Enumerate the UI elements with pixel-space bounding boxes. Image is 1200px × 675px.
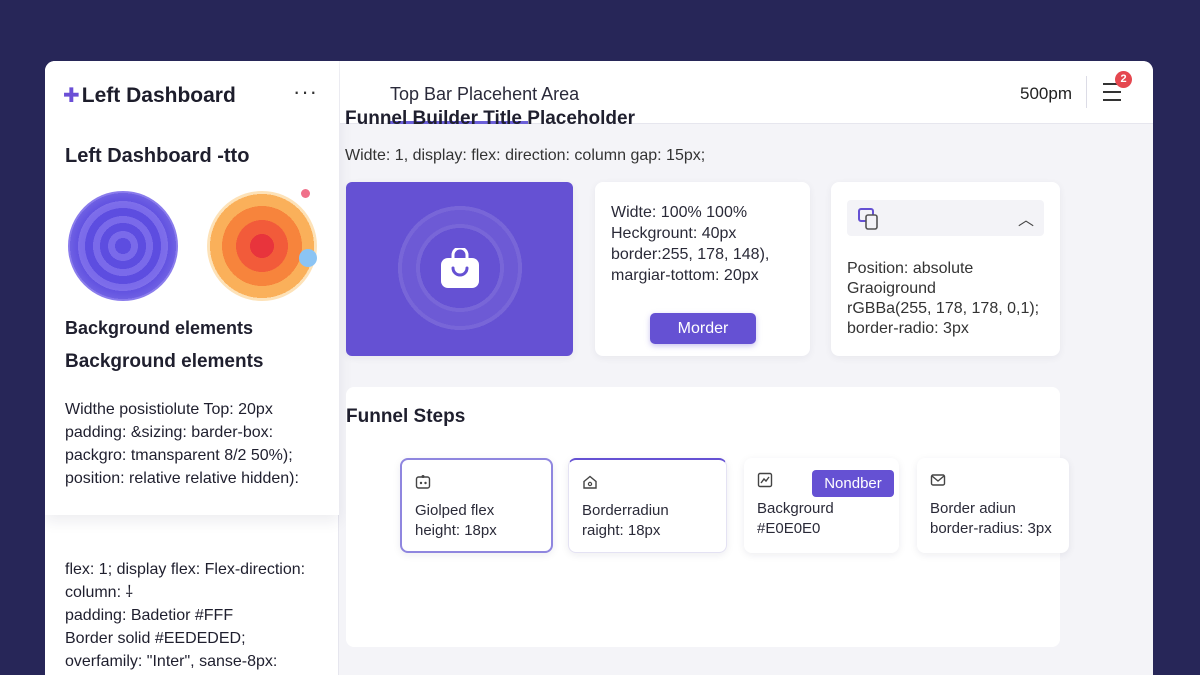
sidebar-description-2: flex: 1; display flex: Flex-direction: c… (65, 558, 337, 673)
plus-icon: ✚ (63, 85, 80, 107)
info-line: Heckgrount: 40px (611, 225, 737, 242)
position-card-header[interactable]: ︿ (847, 200, 1044, 236)
bag-icon (441, 248, 479, 288)
funnel-step-1[interactable]: Giolped flex height: 18px (400, 458, 553, 553)
step-icon-home (583, 475, 597, 489)
pink-dot (301, 189, 310, 198)
step-text: Borderradiun raight: 18px (582, 501, 669, 541)
desc-line: column: ⸸ (65, 584, 133, 601)
sidebar-card: ✚ Left Dashboard ··· Left Dashboard -tto… (45, 61, 339, 515)
divider (1086, 76, 1087, 108)
step-icon-mail (930, 474, 946, 486)
step-line: raight: 18px (582, 522, 661, 539)
position-line: border-radio: 3px (847, 320, 969, 337)
devices-icon (858, 208, 878, 230)
page-subtitle: Widte: 1, display: flex: direction: colu… (345, 147, 706, 164)
more-icon[interactable]: ··· (293, 79, 318, 105)
funnel-step-3[interactable]: Nondber Backgrourd #E0E0E0 (744, 458, 899, 553)
desc-line: padding: Badetior #FFF (65, 607, 234, 624)
step-line: Border adiun (930, 500, 1016, 517)
funnel-steps-panel: Funnel Steps Giolped flex height: 18px B… (346, 387, 1069, 647)
step-line: height: 18px (415, 522, 497, 539)
position-line: rGBBa(255, 178, 178, 0,1); (847, 300, 1040, 317)
info-card-text: Widte: 100% 100% Heckgrount: 40px border… (611, 202, 769, 286)
step-line: border-radius: 3px (930, 520, 1052, 537)
position-line: Graoiground (847, 280, 936, 297)
step-line: #E0E0E0 (757, 520, 821, 537)
desc-line: Widthe posistiolute Top: 20px (65, 401, 273, 418)
notification-badge: 2 (1115, 71, 1132, 88)
step-text: Giolped flex height: 18px (415, 501, 497, 541)
funnel-step-2[interactable]: Borderradiun raight: 18px (568, 458, 727, 553)
funnel-step-4[interactable]: Border adiun border-radius: 3px (917, 458, 1069, 553)
desc-line: flex: 1; display flex: Flex-direction: (65, 561, 306, 578)
sidebar-title: Left Dashboard -tto (65, 145, 250, 167)
desc-line: packgro: tmansparent 8/2 50%); (65, 447, 293, 464)
hero-card[interactable] (346, 182, 573, 356)
brand-title: Left Dashboard (81, 83, 236, 107)
blue-dot (299, 249, 317, 267)
purple-circle-graphic (68, 191, 178, 301)
left-sidebar: ✚ Left Dashboard ··· Left Dashboard -tto… (45, 61, 339, 675)
info-line: Widte: 100% 100% (611, 204, 748, 221)
desc-line: overfamily: "Inter", sanse-8px: (65, 653, 278, 670)
brand[interactable]: ✚ Left Dashboard (63, 83, 236, 108)
page-title: Funnel Builder Title Placeholder (345, 108, 635, 129)
top-bar-title[interactable]: Top Bar Placehent Area (390, 84, 579, 105)
desc-line: padding: &sizing: barder-box: (65, 424, 274, 441)
step-badge[interactable]: Nondber (812, 470, 894, 497)
background-elements-heading: Background elements (65, 351, 264, 372)
info-line: margiar-tottom: 20px (611, 267, 759, 284)
time-display: 500pm (1020, 84, 1072, 103)
info-card: Widte: 100% 100% Heckgrount: 40px border… (595, 182, 810, 356)
desc-line: position: relative relative hidden): (65, 470, 299, 487)
step-icon-image (415, 475, 431, 489)
step-line: Borderradiun (582, 502, 669, 519)
step-text: Backgrourd #E0E0E0 (757, 499, 834, 539)
info-line: border:255, 178, 148), (611, 246, 770, 263)
step-line: Backgrourd (757, 500, 834, 517)
desc-line: Border solid #EEDEDED; (65, 630, 246, 647)
position-card-text: Position: absolute Graoiground rGBBa(255… (847, 259, 1039, 339)
position-line: Position: absolute (847, 260, 974, 277)
funnel-steps-title: Funnel Steps (346, 406, 466, 427)
step-line: Giolped flex (415, 502, 495, 519)
orange-circle-graphic (207, 191, 317, 301)
morder-button[interactable]: Morder (650, 313, 756, 344)
step-icon-chart (757, 472, 773, 488)
chevron-up-icon[interactable]: ︿ (1018, 206, 1034, 230)
sidebar-description: Widthe posistiolute Top: 20px padding: &… (65, 398, 335, 490)
step-text: Border adiun border-radius: 3px (930, 499, 1052, 539)
background-elements-label: Background elements (65, 318, 254, 338)
position-card: ︿ Position: absolute Graoiground rGBBa(2… (831, 182, 1060, 356)
